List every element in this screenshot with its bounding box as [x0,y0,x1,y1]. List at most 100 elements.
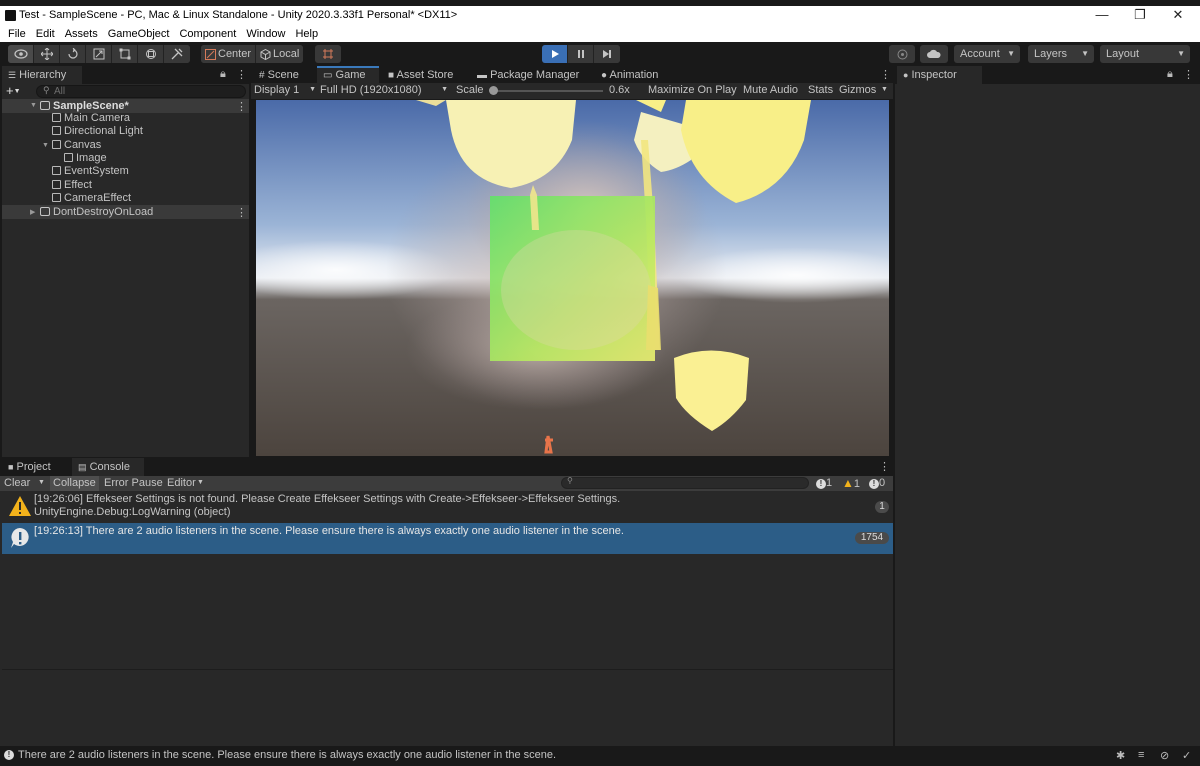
kebab-menu-icon[interactable]: ⋮ [236,100,247,113]
scale-slider-handle[interactable] [489,86,498,95]
collapse-count-badge: 1 [875,501,889,513]
console-entry-warning[interactable]: [19:26:06] Effekseer Settings is not fou… [2,491,893,522]
mute-audio-toggle[interactable]: Mute Audio [743,84,798,96]
chevron-right-icon: ▶ [30,209,36,216]
menu-edit[interactable]: Edit [36,28,55,40]
chevron-down-icon[interactable]: ▼ [881,86,888,93]
menu-window[interactable]: Window [246,28,285,40]
pause-icon[interactable] [568,45,594,63]
lighting-icon[interactable]: ⊘ [1160,749,1169,762]
warning-count-toggle[interactable]: ▲1 [842,476,860,490]
rect-tool-icon[interactable] [112,45,138,63]
hierarchy-item-effect[interactable]: Effect [52,179,92,192]
check-icon[interactable]: ✓ [1182,749,1191,762]
tab-game[interactable]: ▭ Game [317,66,379,84]
minimize-button[interactable]: — [1083,6,1121,26]
transform-tool-icon[interactable] [138,45,164,63]
scene-header-row[interactable]: ▼ SampleScene* ⋮ [2,99,249,113]
tab-inspector[interactable]: ● Inspector [897,66,982,84]
maximize-on-play-toggle[interactable]: Maximize On Play [648,84,737,96]
grid-snap-icon[interactable] [315,45,341,63]
chevron-down-icon[interactable]: ▼ [197,479,204,486]
chevron-down-icon[interactable]: ▼ [42,142,49,149]
tab-package-manager[interactable]: ▬ Package Manager [471,66,585,84]
console-detail-divider[interactable] [2,669,893,670]
hierarchy-item-eventsystem[interactable]: EventSystem [52,165,129,178]
close-button[interactable]: ✕ [1159,6,1197,26]
tab-asset-store[interactable]: ■ Asset Store [382,66,459,84]
console-entry-selected[interactable]: [19:26:13] There are 2 audio listeners i… [2,523,893,554]
resolution-dropdown[interactable]: Full HD (1920x1080) ▼ [320,84,448,96]
layers-dropdown[interactable]: Layers ▼ [1028,45,1094,63]
scale-slider-track[interactable] [491,90,603,92]
playmode-controls [542,45,620,63]
layers-label: Layers [1034,48,1068,60]
cache-server-icon[interactable]: ≡ [1138,749,1144,761]
error-count-toggle[interactable]: ! 1 [816,477,832,489]
kebab-menu-icon[interactable]: ⋮ [236,68,247,81]
log-count-toggle[interactable]: ! 0 [869,477,885,489]
account-dropdown[interactable]: Account ▼ [954,45,1020,63]
dontdestroy-header-row[interactable]: ▶ DontDestroyOnLoad ⋮ [2,205,249,219]
tab-hierarchy[interactable]: ☰ Hierarchy [2,66,82,84]
gameobject-cube-icon [52,113,61,122]
console-icon: ▤ [78,462,87,472]
restore-button[interactable]: ❐ [1121,6,1159,26]
kebab-menu-icon[interactable]: ⋮ [879,460,890,473]
layout-dropdown[interactable]: Layout ▼ [1100,45,1190,63]
package-icon: ▬ [477,70,487,81]
status-message[interactable]: There are 2 audio listeners in the scene… [18,749,556,761]
menu-file[interactable]: File [8,28,26,40]
menu-component[interactable]: Component [179,28,236,40]
view-tool-eye-icon[interactable] [8,45,34,63]
scale-tool-icon[interactable] [86,45,112,63]
hierarchy-item-directional-light[interactable]: Directional Light [52,125,143,138]
console-toolbar: Clear ▼ Collapse Error Pause Editor ▼ ⚲ … [0,476,893,491]
list-icon: ☰ [8,70,17,80]
clear-button[interactable]: Clear [4,477,30,489]
tab-scene[interactable]: # Scene [253,66,305,84]
rotate-tool-icon[interactable] [60,45,86,63]
chevron-down-icon: ▼ [30,102,37,109]
error-pause-toggle[interactable]: Error Pause [104,477,163,489]
move-tool-icon[interactable] [34,45,60,63]
play-icon[interactable] [542,45,568,63]
transform-tools [8,45,190,63]
lock-icon[interactable]: 🔒︎ [1167,68,1173,81]
pivot-center-button[interactable]: Center [201,45,257,63]
bug-icon[interactable]: ✱ [1116,749,1125,762]
hierarchy-item-canvas[interactable]: Canvas [52,139,101,152]
grid-snap-group [315,45,341,63]
add-icon: + [6,83,14,98]
custom-tool-icon[interactable] [164,45,190,63]
display-dropdown[interactable]: Display 1 ▼ [254,84,316,96]
stats-toggle[interactable]: Stats [808,84,833,96]
kebab-menu-icon[interactable]: ⋮ [880,68,891,81]
gizmos-toggle[interactable]: Gizmos [839,84,876,96]
hierarchy-search-input[interactable]: ⚲ All [36,85,246,98]
hierarchy-item-image[interactable]: Image [64,152,107,165]
console-search-input[interactable]: ⚲ [561,476,809,489]
game-viewport[interactable] [256,100,889,456]
tab-console[interactable]: ▤ Console [72,458,144,476]
pivot-local-button[interactable]: Local [256,45,304,63]
lock-icon[interactable]: 🔒︎ [220,68,226,81]
menu-gameobject[interactable]: GameObject [108,28,170,40]
editor-dropdown[interactable]: Editor [167,477,196,489]
menu-assets[interactable]: Assets [65,28,98,40]
menu-help[interactable]: Help [295,28,318,40]
kebab-menu-icon[interactable]: ⋮ [236,206,247,219]
tab-project[interactable]: ■ Project [2,458,70,476]
collapse-toggle[interactable]: Collapse [50,476,99,491]
collab-icon[interactable] [889,45,915,63]
chevron-down-icon[interactable]: ▼ [38,479,45,486]
tab-inspector-label: Inspector [911,69,957,81]
add-object-button[interactable]: +▼ [6,84,21,98]
kebab-menu-icon[interactable]: ⋮ [1183,68,1194,81]
hierarchy-item-label: SampleScene* [53,100,129,112]
cloud-icon[interactable] [920,45,948,63]
step-icon[interactable] [594,45,620,63]
hierarchy-item-main-camera[interactable]: Main Camera [52,112,130,125]
tab-animation[interactable]: ● Animation [595,66,664,84]
hierarchy-item-cameraeffect[interactable]: CameraEffect [52,192,131,205]
